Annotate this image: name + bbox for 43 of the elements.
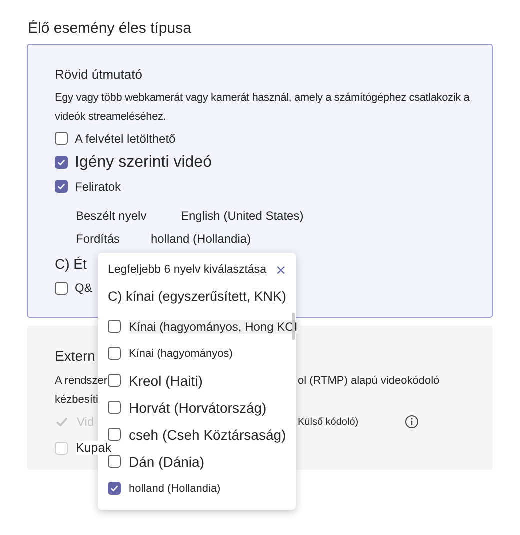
language-option[interactable]: Kreol (Haiti) xyxy=(129,372,205,388)
card-description: Egy vagy több webkamerát vagy kamerát használ, amely a számítógéphez csatlakozik a videók streameléséhez. xyxy=(55,91,471,125)
description-text: A rendszer xyxy=(55,374,108,386)
description-text: kézbesíti xyxy=(55,394,98,406)
setting-value: English (United States) xyxy=(181,208,304,222)
checkbox[interactable] xyxy=(108,347,121,360)
popup-title: Legfeljebb 6 nyelv kiválasztása xyxy=(108,264,267,276)
language-option[interactable]: Dán (Dánia) xyxy=(129,454,206,470)
card-heading: Rövid útmutató xyxy=(55,67,142,82)
option-label: Kupak xyxy=(76,441,112,455)
language-option[interactable]: cseh (Cseh Köztársaság) xyxy=(129,426,288,442)
setting-value: holland (Hollandia) xyxy=(151,232,252,246)
checkbox[interactable] xyxy=(55,180,68,193)
option-label: Q& xyxy=(75,281,92,295)
checkbox[interactable] xyxy=(108,428,121,441)
option-label: Feliratok xyxy=(75,180,122,194)
language-option[interactable]: Horvát (Horvátország) xyxy=(129,400,269,416)
close-button[interactable]: × xyxy=(276,262,286,278)
checkbox[interactable] xyxy=(108,455,121,468)
description-text: ol (RTMP) alapú videokódoló xyxy=(298,374,440,386)
checkbox[interactable] xyxy=(108,320,121,333)
check-icon xyxy=(57,158,66,167)
checkbox[interactable] xyxy=(55,282,68,294)
setting-label: Fordítás xyxy=(76,232,122,246)
language-option[interactable]: Kínai (hagyományos) xyxy=(129,348,235,360)
checkbox[interactable] xyxy=(108,482,121,495)
option-label: Igény szerinti videó xyxy=(75,154,212,172)
section-title: Élő esemény éles típusa xyxy=(27,19,192,39)
setting-label: Beszélt nyelv xyxy=(76,208,148,222)
section-label: C) Ét xyxy=(55,256,87,272)
checkbox[interactable] xyxy=(55,156,68,169)
check-icon xyxy=(55,415,69,429)
checkbox[interactable] xyxy=(108,401,121,414)
option-label: Külső kódoló) xyxy=(298,416,359,428)
card-heading: Extern xyxy=(55,348,96,364)
check-icon xyxy=(110,484,119,493)
option-label: A felvétel letölthető xyxy=(75,132,176,146)
language-option[interactable]: holland (Hollandia) xyxy=(129,482,223,494)
checkbox[interactable] xyxy=(55,132,68,145)
checkbox[interactable] xyxy=(108,374,121,387)
check-icon xyxy=(57,182,66,191)
info-icon[interactable] xyxy=(404,415,419,429)
language-option[interactable]: C) kínai (egyszerűsített, KNK) xyxy=(108,288,287,304)
